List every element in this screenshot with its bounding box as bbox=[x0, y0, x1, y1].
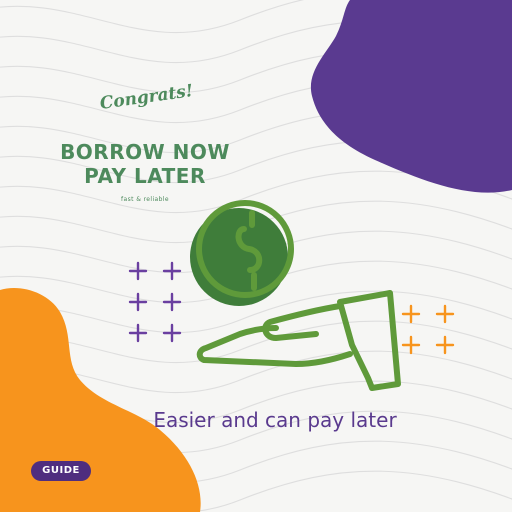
purple-plus-grid bbox=[128, 261, 182, 343]
purple-blob bbox=[310, 0, 512, 193]
dollar-coin-icon bbox=[190, 200, 294, 306]
orange-blob bbox=[0, 288, 201, 512]
caption: Easier and can pay later bbox=[153, 408, 397, 432]
guide-badge[interactable]: GUIDE bbox=[31, 461, 91, 481]
headline: BORROW NOW PAY LATER bbox=[40, 140, 250, 188]
open-hand-icon bbox=[196, 290, 401, 391]
headline-line-2: PAY LATER bbox=[84, 164, 206, 188]
background-art bbox=[0, 0, 512, 512]
tagline: fast & reliable bbox=[121, 196, 169, 203]
headline-line-1: BORROW NOW bbox=[60, 140, 230, 164]
promo-graphic: Congrats! BORROW NOW PAY LATER fast & re… bbox=[0, 0, 512, 512]
